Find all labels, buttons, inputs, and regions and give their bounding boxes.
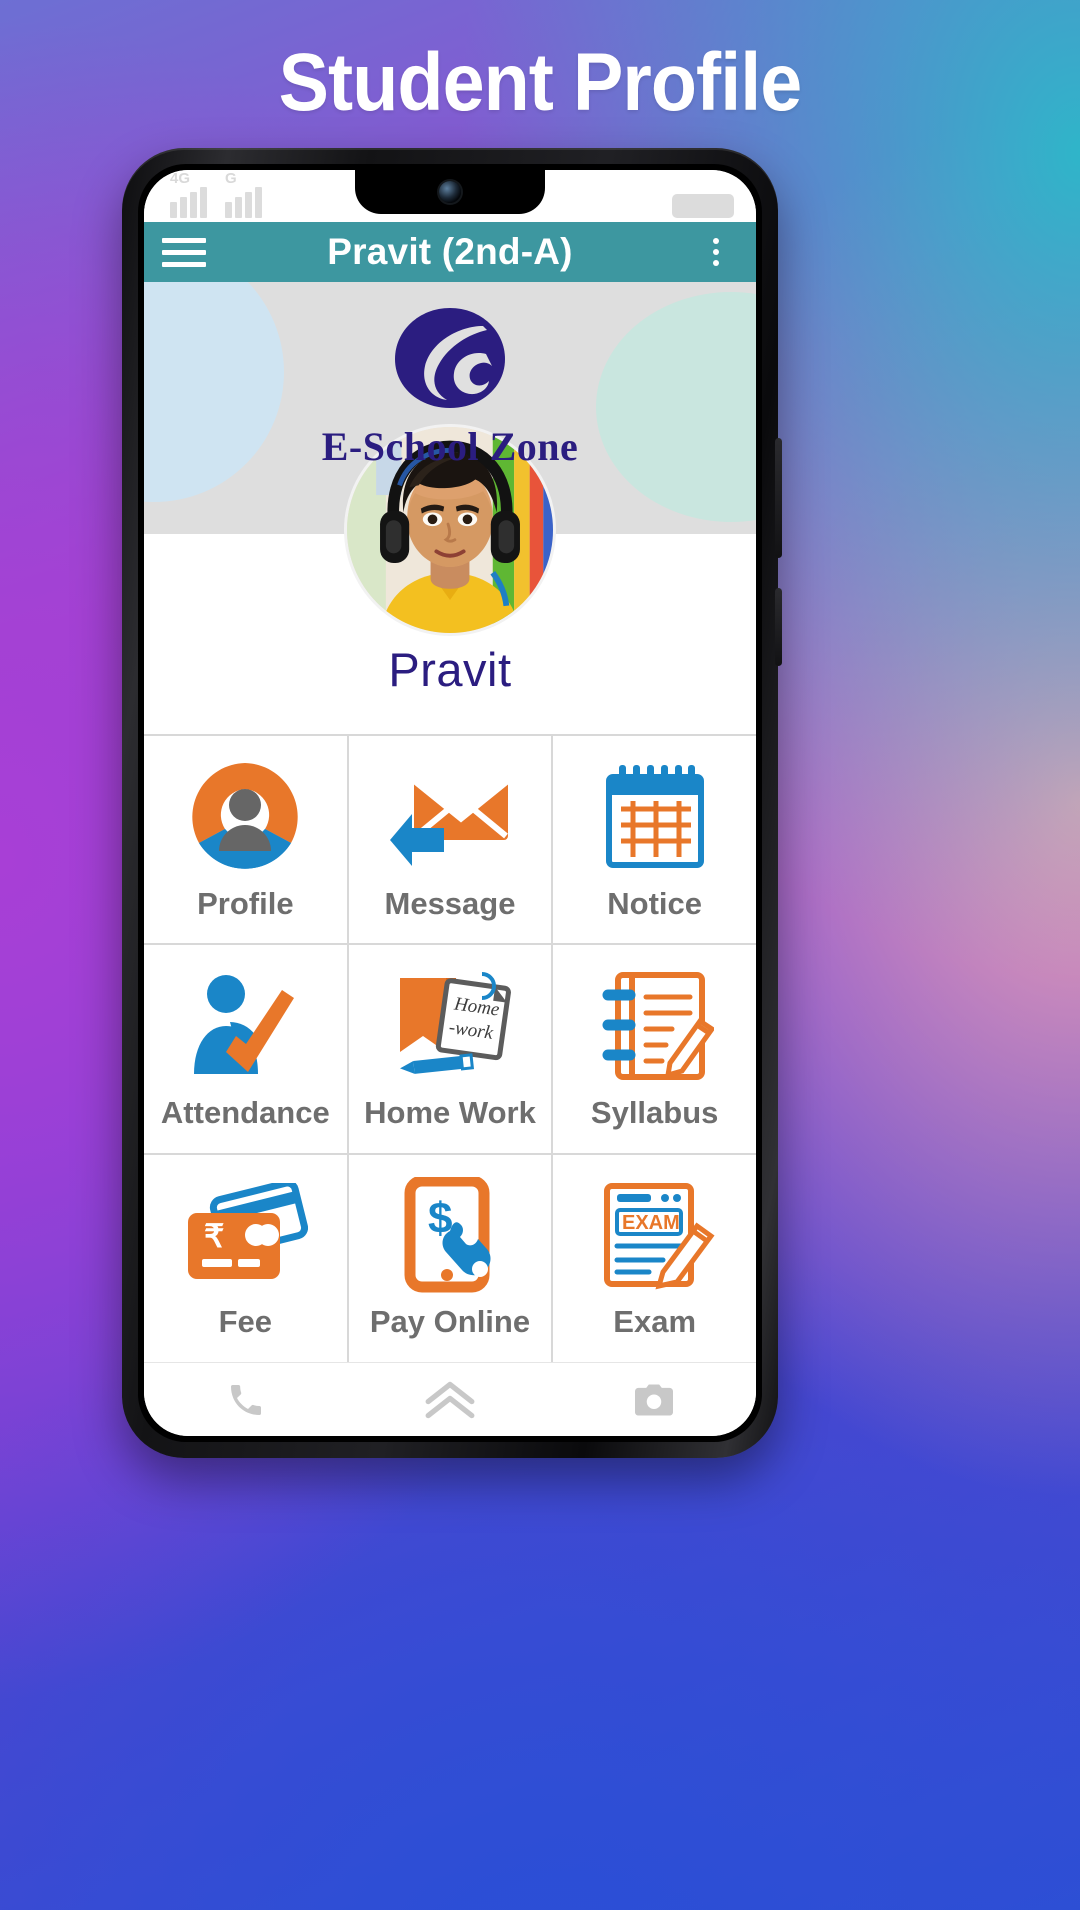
- tile-label: Notice: [607, 885, 703, 921]
- fee-currency-symbol: ₹: [204, 1218, 224, 1254]
- exam-icon-label: EXAM: [622, 1212, 680, 1234]
- student-profile-area: Pravit: [144, 424, 756, 734]
- tile-label: Profile: [197, 885, 294, 921]
- chevron-double-up-icon[interactable]: [405, 1372, 495, 1428]
- app-bar-title: Pravit (2nd-A): [327, 231, 573, 272]
- tile-fee[interactable]: ₹ Fee: [144, 1154, 347, 1362]
- brand-name: E-School Zone: [321, 424, 579, 469]
- tile-label: Fee: [218, 1304, 273, 1340]
- tile-home-work[interactable]: Home -work Home Work: [348, 945, 552, 1153]
- notice-calendar-icon: [591, 758, 719, 876]
- tile-label: Exam: [613, 1304, 697, 1340]
- notch: [355, 170, 545, 214]
- tile-attendance[interactable]: Attendance: [144, 945, 347, 1153]
- tile-notice[interactable]: Notice: [553, 736, 756, 944]
- hamburger-menu-icon[interactable]: [162, 237, 206, 267]
- page-title: Student Profile: [278, 37, 803, 128]
- phone-mockup: 4G G Pravit (2nd-A) E-School Zone Pravit…: [122, 148, 782, 1458]
- tile-pay-online[interactable]: $ Pay Online: [348, 1154, 552, 1362]
- status-bar: 4G G: [144, 170, 756, 222]
- exam-icon: EXAM: [591, 1176, 719, 1294]
- phone-screen: 4G G Pravit (2nd-A) E-School Zone Pravit…: [144, 170, 756, 1436]
- fee-card-icon: ₹: [181, 1176, 309, 1294]
- tile-label: Home Work: [364, 1094, 536, 1130]
- battery-icon: [672, 194, 734, 218]
- e-school-zone-logo-icon: [387, 302, 513, 419]
- tile-label: Pay Online: [369, 1304, 531, 1340]
- tile-label: Syllabus: [590, 1094, 719, 1130]
- tile-profile[interactable]: Profile: [144, 736, 347, 944]
- syllabus-icon: [591, 967, 719, 1085]
- network-type-secondary: G: [225, 170, 237, 187]
- camera-icon[interactable]: [609, 1372, 699, 1428]
- phone-bezel: 4G G Pravit (2nd-A) E-School Zone Pravit…: [138, 164, 762, 1442]
- tile-message[interactable]: Message: [348, 736, 552, 944]
- tile-label: Message: [384, 885, 516, 921]
- network-type-primary: 4G: [170, 170, 191, 187]
- home-work-icon: Home -work: [386, 967, 514, 1085]
- more-vertical-icon[interactable]: [694, 238, 738, 266]
- front-camera-icon: [439, 181, 461, 203]
- phone-call-icon[interactable]: [201, 1372, 291, 1428]
- message-envelope-icon: [386, 758, 514, 876]
- tile-label: Attendance: [160, 1094, 330, 1130]
- signal-indicator-secondary: G: [225, 170, 262, 218]
- feature-grid: Profile Message Notice Attendance Home -…: [144, 734, 756, 1362]
- profile-icon: [181, 758, 309, 876]
- attendance-check-icon: [181, 967, 309, 1085]
- pay-online-icon: $: [386, 1176, 514, 1294]
- student-name: Pravit: [388, 643, 512, 696]
- tile-syllabus[interactable]: Syllabus: [553, 945, 756, 1153]
- signal-indicator-primary: 4G: [170, 170, 207, 218]
- app-bar: Pravit (2nd-A): [144, 222, 756, 282]
- tile-exam[interactable]: EXAM Exam: [553, 1154, 756, 1362]
- bottom-navigation-bar: [144, 1362, 756, 1436]
